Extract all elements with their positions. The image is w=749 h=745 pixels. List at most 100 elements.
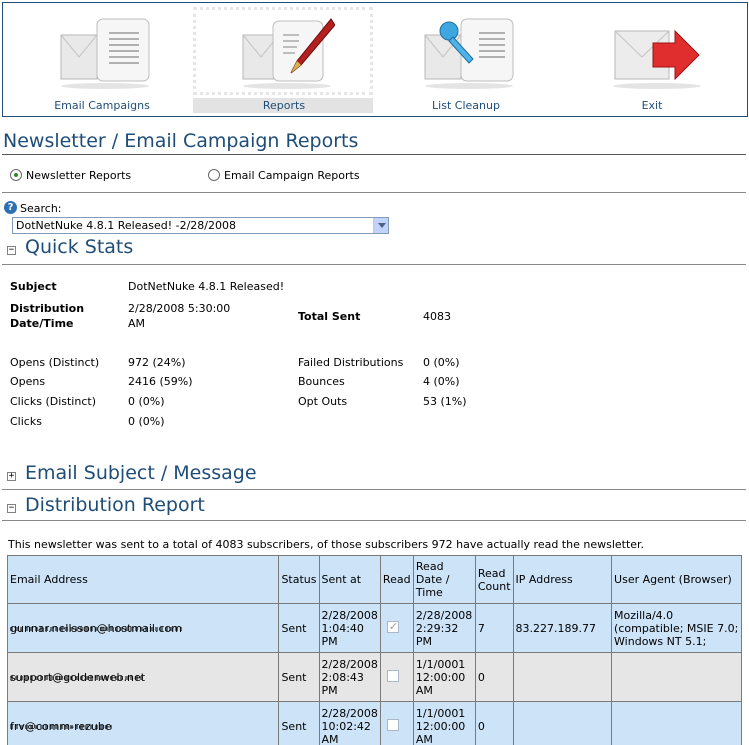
opens-distinct-value: 972 (24%) xyxy=(128,356,186,369)
user-agent-cell xyxy=(611,652,742,702)
ip-address-cell xyxy=(512,652,613,702)
newsletter-select[interactable]: DotNetNuke 4.8.1 Released! -2/28/2008 xyxy=(12,217,389,234)
radio-unchecked-icon[interactable] xyxy=(208,169,220,181)
email-subject-divider xyxy=(2,489,746,490)
status-cell: Sent xyxy=(278,603,320,653)
clicks-distinct-label: Clicks (Distinct) xyxy=(10,395,96,408)
distribution-report-toggle[interactable]: − xyxy=(7,504,16,513)
subject-label: Subject xyxy=(10,280,57,293)
email-subject-toggle[interactable]: + xyxy=(7,472,16,481)
distribution-report-title: Distribution Report xyxy=(25,494,205,516)
table-header-row: Email Address Status Sent at Read Read D… xyxy=(6,555,742,604)
distribution-value-line1: 2/28/2008 5:30:00 xyxy=(128,302,231,315)
clicks-distinct-value: 0 (0%) xyxy=(128,395,165,408)
sent-at-cell: 2/28/2008 2:08:43 PM xyxy=(318,652,381,702)
help-icon[interactable]: ? xyxy=(4,201,17,214)
distribution-report-divider xyxy=(2,520,746,521)
newsletter-select-value: DotNetNuke 4.8.1 Released! -2/28/2008 xyxy=(16,219,236,232)
email-campaign-reports-radio[interactable]: Email Campaign Reports xyxy=(208,167,360,183)
newsletter-reports-label: Newsletter Reports xyxy=(26,168,132,182)
radio-checked-icon[interactable] xyxy=(10,169,22,181)
col-read-count[interactable]: Read Count xyxy=(474,555,514,604)
email-cell: support@goldenweb.net xyxy=(6,652,280,702)
read-cell xyxy=(379,652,414,702)
read-date-cell: 2/28/2008 2:29:32 PM xyxy=(412,603,476,653)
list-cleanup-button[interactable]: List Cleanup xyxy=(375,7,557,115)
user-agent-cell: Mozilla/4.0 (compatible; MSIE 7.0; Windo… xyxy=(611,603,742,653)
distribution-value-line2: AM xyxy=(128,317,146,330)
quick-stats-title: Quick Stats xyxy=(25,236,134,258)
quick-stats-toggle[interactable]: − xyxy=(7,246,16,255)
email-campaigns-label: Email Campaigns xyxy=(54,99,150,112)
radio-divider xyxy=(2,192,746,193)
email-campaign-reports-label: Email Campaign Reports xyxy=(224,168,360,182)
table-row: gunnar.nellsson@hostmail.com Sent 2/28/2… xyxy=(6,603,742,653)
distribution-label-line1: Distribution xyxy=(10,302,85,315)
quick-stats-divider xyxy=(2,264,746,265)
read-cell xyxy=(379,603,414,653)
read-checkbox[interactable] xyxy=(386,718,399,731)
list-cleanup-label: List Cleanup xyxy=(432,99,500,112)
col-read-date[interactable]: Read Date / Time xyxy=(412,555,476,604)
table-row: frv@comm-rezube Sent 2/28/2008 10:02:42 … xyxy=(6,701,742,745)
sent-at-cell: 2/28/2008 10:02:42 AM xyxy=(318,701,381,745)
email-cell: gunnar.nellsson@hostmail.com xyxy=(6,603,280,653)
total-sent-label: Total Sent xyxy=(298,310,361,323)
status-cell: Sent xyxy=(278,701,320,745)
col-status[interactable]: Status xyxy=(278,555,320,604)
distribution-summary: This newsletter was sent to a total of 4… xyxy=(8,538,645,551)
read-checkbox[interactable] xyxy=(386,620,399,633)
col-sent-at[interactable]: Sent at xyxy=(318,555,381,604)
envelope-exit-arrow-icon xyxy=(607,13,703,91)
email-campaigns-button[interactable]: Email Campaigns xyxy=(11,7,193,115)
col-email-address[interactable]: Email Address xyxy=(6,555,280,604)
distribution-table: Email Address Status Sent at Read Read D… xyxy=(6,555,742,745)
chevron-down-icon[interactable] xyxy=(373,218,388,233)
email-value: support@goldenweb.net xyxy=(10,670,146,684)
reports-label: Reports xyxy=(262,99,306,112)
opt-outs-value: 53 (1%) xyxy=(423,395,467,408)
exit-button[interactable]: Exit xyxy=(561,7,743,115)
opens-value: 2416 (59%) xyxy=(128,375,193,388)
failed-distributions-label: Failed Distributions xyxy=(298,356,404,369)
search-label: Search: xyxy=(20,202,62,215)
col-user-agent[interactable]: User Agent (Browser) xyxy=(611,555,742,604)
envelope-document-icon xyxy=(57,13,153,91)
read-count-cell: 7 xyxy=(474,603,514,653)
status-cell: Sent xyxy=(278,652,320,702)
title-divider xyxy=(2,154,746,155)
envelope-pen-icon xyxy=(239,13,336,91)
ip-address-cell xyxy=(512,701,613,745)
clicks-label: Clicks xyxy=(10,415,42,428)
read-date-cell: 1/1/0001 12:00:00 AM xyxy=(412,652,476,702)
email-subject-title[interactable]: Email Subject / Message xyxy=(25,462,257,484)
ip-address-cell: 83.227.189.77 xyxy=(512,603,613,653)
distribution-label-line2: Date/Time xyxy=(10,317,74,330)
read-checkbox[interactable] xyxy=(386,669,399,682)
opens-label: Opens xyxy=(10,375,46,388)
email-value: frv@comm-rezube xyxy=(10,719,112,733)
opens-distinct-label: Opens (Distinct) xyxy=(10,356,100,369)
module-toolbar: Email Campaigns Reports List Cleanup Exi… xyxy=(2,2,748,117)
read-cell xyxy=(379,701,414,745)
subject-value: DotNetNuke 4.8.1 Released! xyxy=(128,280,285,293)
newsletter-reports-radio[interactable]: Newsletter Reports xyxy=(10,167,131,183)
read-date-cell: 1/1/0001 12:00:00 AM xyxy=(412,701,476,745)
opt-outs-label: Opt Outs xyxy=(298,395,348,408)
reports-button[interactable]: Reports xyxy=(193,7,375,115)
email-value: gunnar.nellsson@hostmail.com xyxy=(10,621,182,635)
col-ip-address[interactable]: IP Address xyxy=(512,555,613,604)
total-sent-value: 4083 xyxy=(423,310,451,323)
failed-distributions-value: 0 (0%) xyxy=(423,356,460,369)
email-cell: frv@comm-rezube xyxy=(6,701,280,745)
read-count-cell: 0 xyxy=(474,701,514,745)
clicks-value: 0 (0%) xyxy=(128,415,165,428)
read-count-cell: 0 xyxy=(474,652,514,702)
page-title: Newsletter / Email Campaign Reports xyxy=(3,130,359,152)
table-row: support@goldenweb.net Sent 2/28/2008 2:0… xyxy=(6,652,742,702)
bounces-label: Bounces xyxy=(298,375,345,388)
col-read[interactable]: Read xyxy=(379,555,414,604)
user-agent-cell xyxy=(611,701,742,745)
exit-label: Exit xyxy=(641,99,663,112)
bounces-value: 4 (0%) xyxy=(423,375,460,388)
